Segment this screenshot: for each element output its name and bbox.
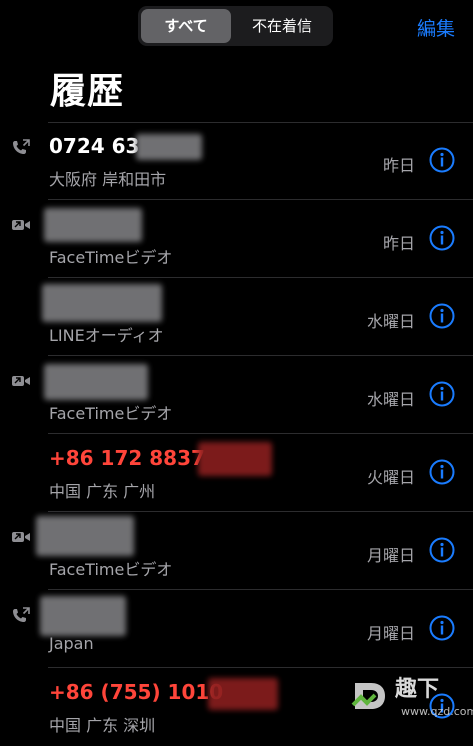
call-row[interactable]: LINEオーディオ 水曜日 [0,278,473,356]
call-date: 昨日 [382,234,415,253]
info-icon[interactable] [429,147,455,173]
redacted-name [42,284,162,322]
redacted-number [198,442,272,476]
video-camera-icon [12,376,30,386]
call-subtitle: FaceTimeビデオ [49,404,173,423]
redacted-number [136,134,202,160]
call-row[interactable]: +86 172 8837 中国 广东 广州 火曜日 [0,434,473,512]
redacted-number [208,678,278,710]
call-subtitle: 中国 广东 深圳 [49,716,156,735]
caller-name: +86 172 8837 [49,446,205,470]
info-icon[interactable] [429,459,455,485]
info-icon[interactable] [429,303,455,329]
call-subtitle: 中国 广东 广州 [49,482,156,501]
phone-outgoing-icon [13,607,30,622]
call-history-list: 0724 63 大阪府 岸和田市 昨日 FaceTimeビデオ 昨日 LINEオ… [0,122,473,746]
video-camera-icon [12,532,30,542]
redacted-name [40,596,126,636]
call-date: 月曜日 [366,546,415,565]
call-subtitle: FaceTimeビデオ [49,248,173,267]
page-title: 履歴 [50,71,125,112]
redacted-name [44,208,142,242]
call-row[interactable]: 0724 63 大阪府 岸和田市 昨日 [0,122,473,200]
call-row[interactable]: FaceTimeビデオ 昨日 [0,200,473,278]
top-bar: すべて 不在着信 編集 [0,0,473,54]
redacted-name [36,516,134,556]
watermark-text: 趣下 [395,677,440,702]
tab-missed[interactable]: 不在着信 [234,9,330,43]
call-row[interactable]: FaceTimeビデオ 水曜日 [0,356,473,434]
call-date: 火曜日 [366,468,415,487]
call-subtitle: 大阪府 岸和田市 [49,170,167,189]
call-date: 月曜日 [366,624,415,643]
caller-name: +86 (755) 1010 [49,680,224,704]
call-date: 水曜日 [366,390,415,409]
phone-outgoing-icon [13,139,30,154]
call-row[interactable]: Japan 月曜日 [0,590,473,668]
call-subtitle: LINEオーディオ [49,326,164,345]
info-icon[interactable] [429,225,455,251]
filter-segmented-control: すべて 不在着信 [138,6,333,46]
info-icon[interactable] [429,537,455,563]
call-subtitle: FaceTimeビデオ [49,560,173,579]
edit-button[interactable]: 編集 [417,14,455,41]
watermark-logo-icon [351,683,385,709]
watermark-url: www.qzd.com [401,705,473,718]
call-date: 昨日 [382,156,415,175]
tab-all[interactable]: すべて [141,9,231,43]
info-icon[interactable] [429,615,455,641]
call-row[interactable]: FaceTimeビデオ 月曜日 [0,512,473,590]
video-camera-icon [12,220,30,230]
caller-name: 0724 63 [49,134,140,158]
info-icon[interactable] [429,381,455,407]
redacted-name [44,364,148,400]
call-subtitle: Japan [49,634,94,653]
watermark: 趣下 www.qzd.com [349,665,473,725]
call-date: 水曜日 [366,312,415,331]
